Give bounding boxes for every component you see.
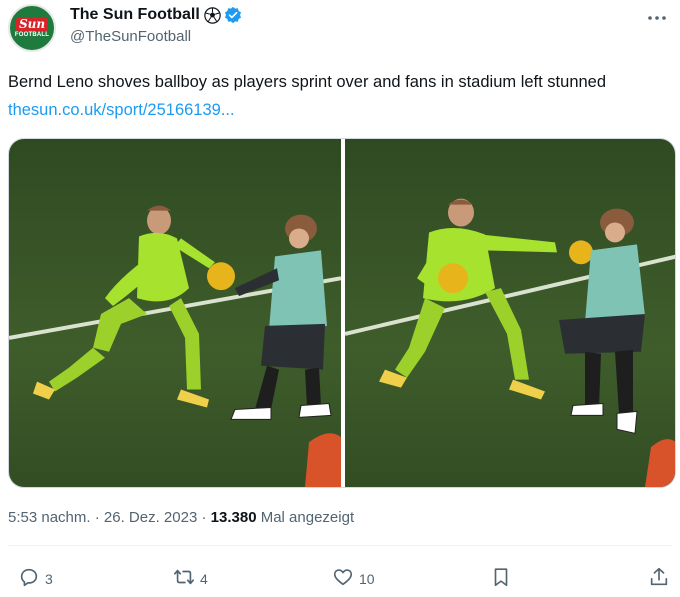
tweet-actions: 3 4 10 [8,566,672,590]
views-label: Mal angezeigt [256,509,355,526]
heart-icon [332,566,354,591]
like-button[interactable]: 10 [332,566,375,591]
handle[interactable]: @TheSunFootball [70,28,242,45]
reply-count: 3 [45,570,53,587]
tweet-body: Bernd Leno shoves ballboy as players spr… [8,73,607,91]
author-names: The Sun Football @TheSunFootball [70,4,242,45]
tweet-link[interactable]: thesun.co.uk/sport/25166139... [8,101,235,119]
retweet-count: 4 [200,570,208,587]
avatar-logo-subtext: FOOTBALL [14,32,50,38]
tweet-time[interactable]: 5:53 nachm. [8,509,91,526]
soccer-ball-icon [204,6,221,24]
divider [8,545,672,546]
more-options-icon[interactable] [646,10,668,26]
media-image-left[interactable] [9,139,341,487]
retweet-button[interactable]: 4 [173,566,208,591]
media-image-right[interactable] [345,139,675,487]
meta-separator-2: · [197,509,211,526]
tweet-header: Sun FOOTBALL The Sun Football @TheSunFoo… [8,4,672,52]
share-icon [648,566,670,591]
tweet-media[interactable] [8,138,676,488]
reply-icon [18,566,40,591]
avatar-logo: Sun [15,18,49,31]
tweet-text: Bernd Leno shoves ballboy as players spr… [8,68,672,124]
bookmark-button[interactable] [490,566,512,591]
bookmark-icon [490,566,512,591]
display-name[interactable]: The Sun Football [70,6,200,24]
meta-separator: · [90,509,104,526]
verified-badge-icon[interactable] [224,6,242,24]
avatar[interactable]: Sun FOOTBALL [8,4,56,52]
like-count: 10 [359,570,375,587]
views-count: 13.380 [210,509,257,526]
share-button[interactable] [648,566,670,591]
retweet-icon [173,566,195,591]
reply-button[interactable]: 3 [18,566,53,591]
tweet-date[interactable]: 26. Dez. 2023 [104,509,197,526]
tweet-meta: 5:53 nachm. · 26. Dez. 2023 · 13.380 Mal… [8,509,354,526]
